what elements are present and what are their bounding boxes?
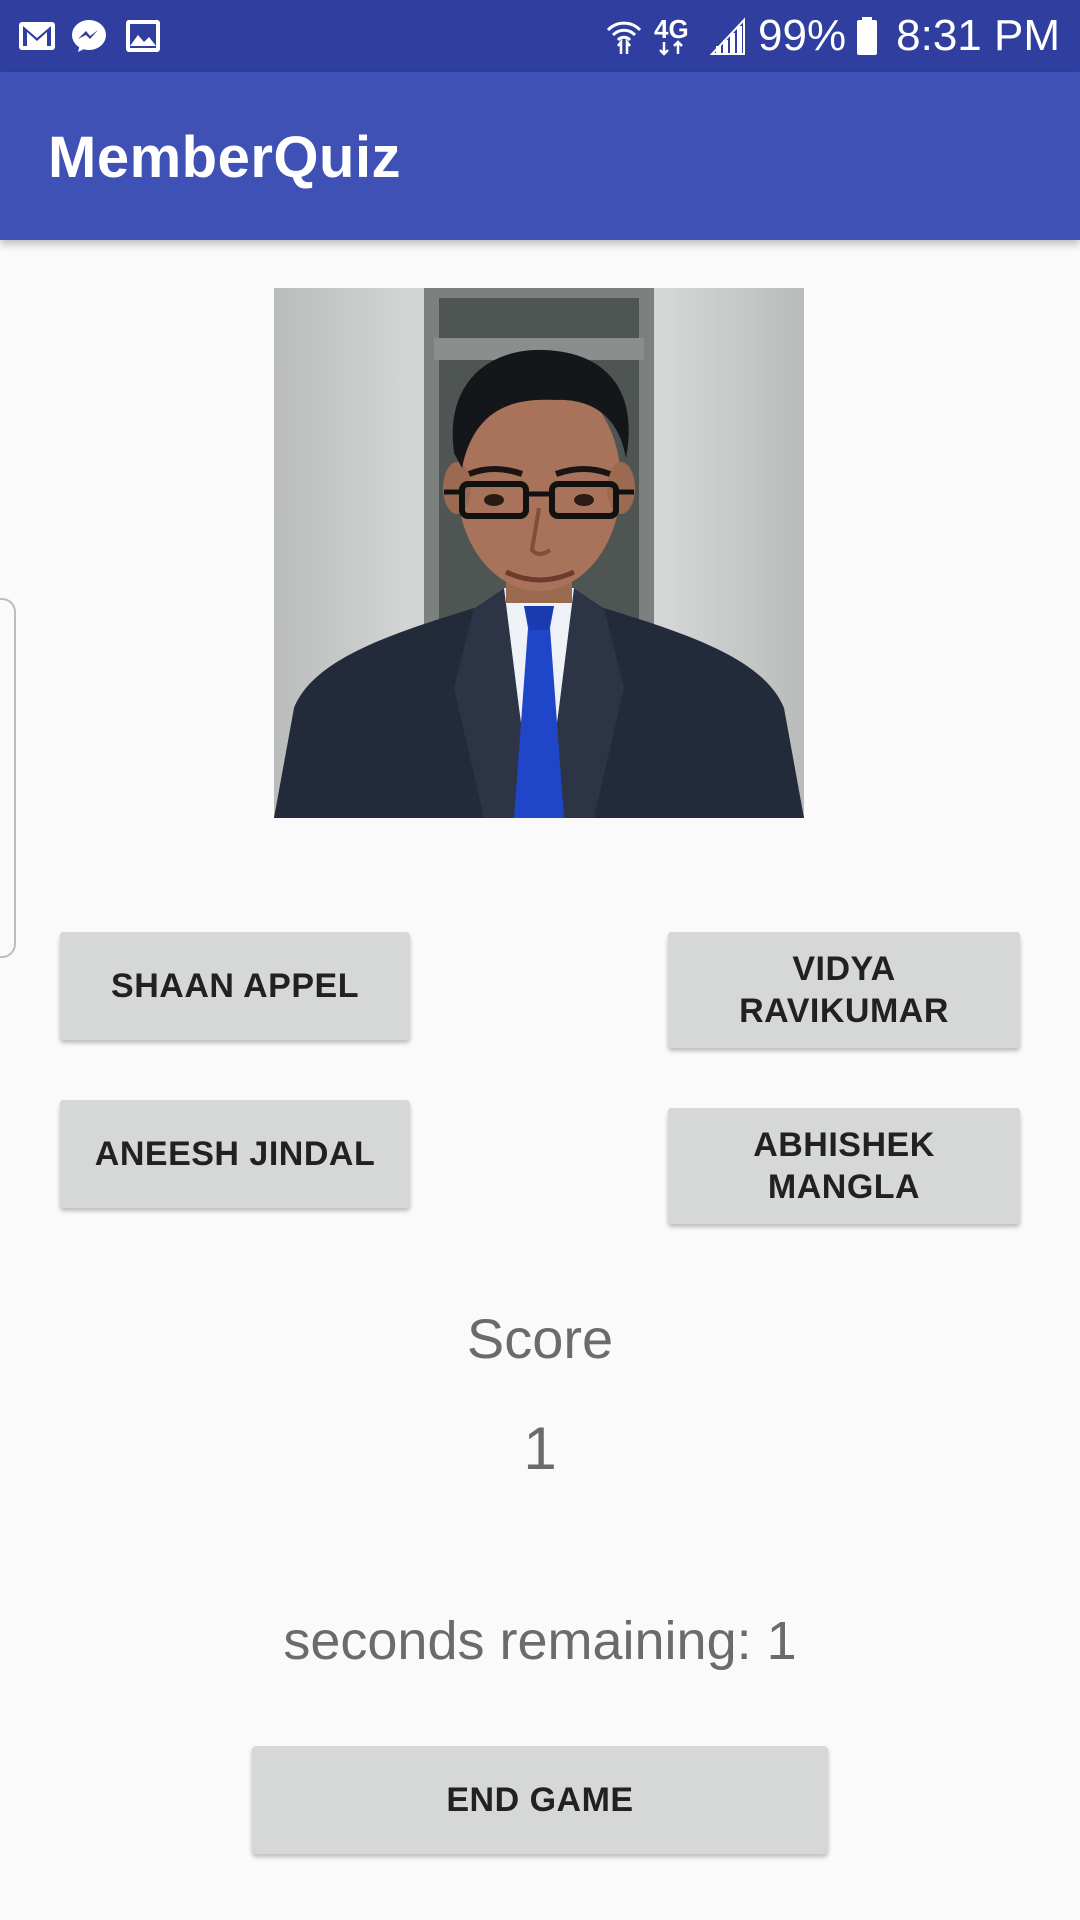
wifi-icon: [606, 21, 642, 54]
member-photo: [274, 288, 804, 818]
status-bar: 4G 99% 8:31 PM: [0, 0, 1080, 72]
app-bar: MemberQuiz: [0, 72, 1080, 240]
choice-button-1[interactable]: SHAAN APPEL: [60, 932, 410, 1040]
choice-button-4[interactable]: ABHISHEK MANGLA: [668, 1108, 1020, 1224]
network-type: 4G: [654, 14, 689, 44]
messenger-icon: [72, 20, 106, 52]
gmail-icon: [19, 22, 55, 50]
timer-text: seconds remaining: 1: [283, 1611, 797, 1671]
end-game-button[interactable]: END GAME: [252, 1746, 828, 1854]
score-value: 1: [523, 1415, 557, 1482]
status-indicators: 4G 99% 8:31 PM: [604, 0, 1060, 72]
edge-panel-handle[interactable]: [0, 598, 16, 958]
choice-button-3[interactable]: ANEESH JINDAL: [60, 1100, 410, 1208]
battery-icon: [857, 17, 878, 55]
battery-percent: 99%: [758, 11, 847, 60]
signal-icon: [709, 17, 746, 55]
4g-lte-icon: 4G: [654, 16, 698, 56]
screen: 4G 99% 8:31 PM MemberQuiz SHAAN APPEL VI…: [0, 0, 1080, 1920]
score-label: Score: [466, 1307, 614, 1370]
app-title: MemberQuiz: [48, 125, 402, 190]
gallery-icon: [126, 20, 160, 52]
clock: 8:31 PM: [896, 11, 1060, 60]
choice-button-2[interactable]: VIDYA RAVIKUMAR: [668, 932, 1020, 1048]
